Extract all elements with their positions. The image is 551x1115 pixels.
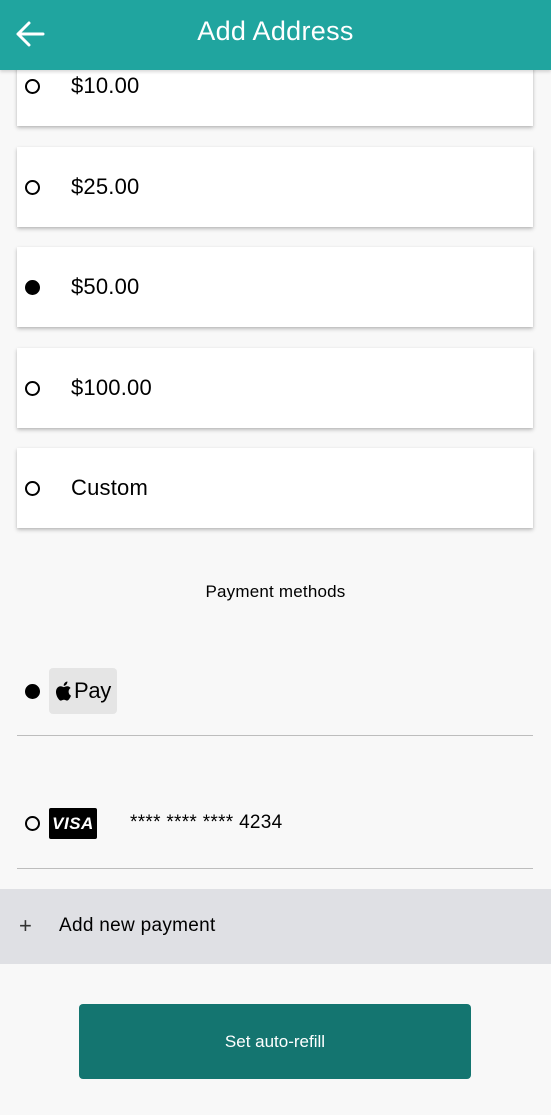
amount-label: $100.00 [71, 374, 152, 400]
card-number: **** **** **** 4234 [130, 812, 283, 833]
apple-icon [55, 681, 71, 701]
apple-pay-logo: Pay [49, 668, 117, 714]
amount-label: $50.00 [71, 274, 140, 299]
radio-button[interactable] [25, 816, 40, 831]
amount-option-100[interactable]: $100.00 [17, 347, 533, 428]
set-auto-refill-button[interactable]: Set auto-refill [79, 1004, 471, 1079]
amount-option-50[interactable]: $50.00 [17, 247, 533, 327]
divider [17, 735, 533, 736]
amount-label: $10.00 [71, 73, 140, 98]
add-new-payment-label: Add new payment [59, 915, 216, 936]
amount-option-custom[interactable]: Custom [17, 448, 533, 528]
radio-button-selected[interactable] [25, 684, 40, 699]
page-title: Add Address [197, 16, 354, 46]
plus-icon: + [19, 913, 32, 938]
radio-button[interactable] [25, 179, 40, 195]
radio-button-selected[interactable] [25, 280, 40, 295]
amount-option-25[interactable]: $25.00 [17, 146, 533, 227]
radio-button[interactable] [25, 481, 40, 496]
visa-logo: VISA [49, 808, 97, 839]
divider [17, 868, 533, 869]
amount-label: Custom [71, 475, 148, 500]
add-new-payment-button[interactable]: + Add new payment [0, 889, 551, 964]
radio-button[interactable] [25, 79, 40, 94]
amount-label: $25.00 [71, 173, 140, 199]
app-bar: Add Address [0, 0, 551, 70]
apple-pay-text: Pay [73, 678, 111, 703]
refill-amount-list: $10.00 $25.00 $50.00 $100.00 Custom [17, 46, 533, 549]
payment-methods-heading: Payment methods [205, 582, 346, 601]
radio-button[interactable] [25, 380, 40, 396]
